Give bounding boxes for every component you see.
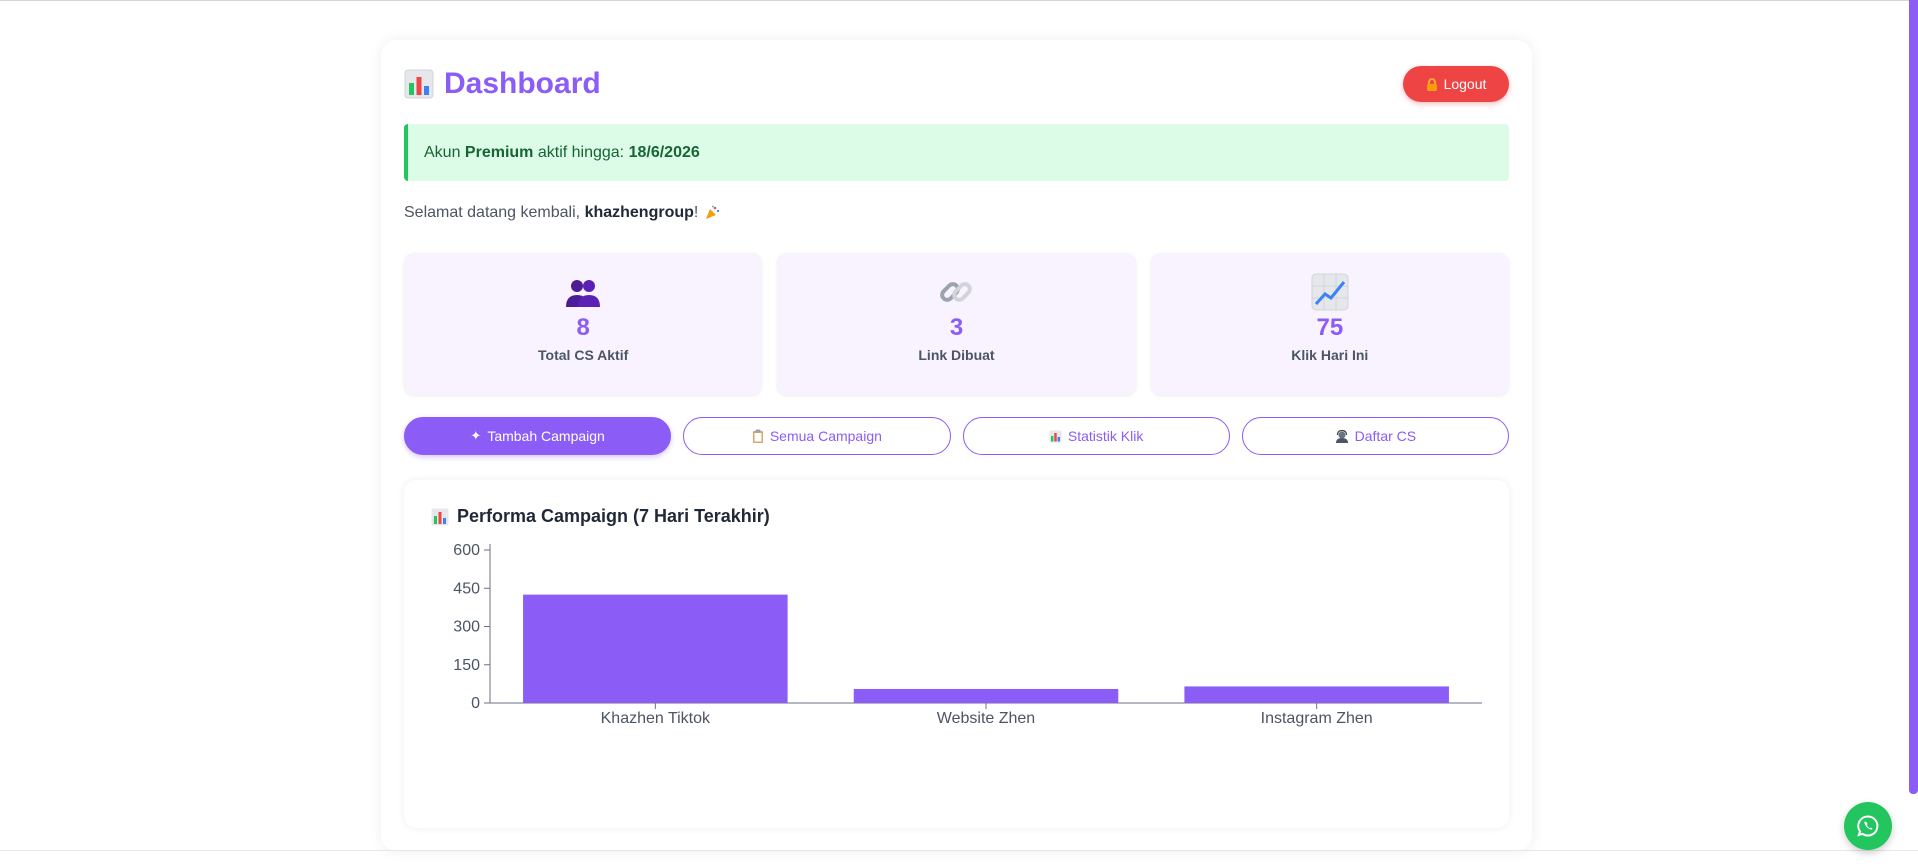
tab-label: Statistik Klik <box>1067 428 1144 444</box>
page-title: Dashboard <box>404 64 601 104</box>
stat-card-cs: 8 Total CS Aktif <box>404 253 763 395</box>
whatsapp-icon <box>1857 815 1879 837</box>
y-tick-label: 0 <box>471 695 480 712</box>
alert-middle: aktif hingga: <box>537 143 625 161</box>
tab-statistik-klik[interactable]: Statistik Klik <box>962 417 1230 455</box>
link-icon <box>940 282 973 302</box>
stat-label: Link Dibuat <box>918 347 995 363</box>
alert-prefix: Akun <box>424 143 461 161</box>
logout-button[interactable]: Logout <box>1403 66 1509 102</box>
y-tick-label: 600 <box>453 542 480 559</box>
stat-value: 75 <box>1316 314 1344 341</box>
premium-alert: Akun Premium aktif hingga: 18/6/2026 <box>404 124 1509 181</box>
stat-card-clicks: 75 Klik Hari Ini <box>1150 253 1509 395</box>
bar <box>853 688 1119 703</box>
tab-label: Tambah Campaign <box>487 428 605 444</box>
x-tick-label: Khazhen Tiktok <box>601 710 711 727</box>
x-tick-label: Instagram Zhen <box>1261 710 1373 727</box>
party-popper-icon <box>706 205 720 219</box>
stats-row: 8 Total CS Aktif 3 Link Dibuat 75 Klik H… <box>404 253 1509 395</box>
tab-label: Semua Campaign <box>769 428 882 444</box>
top-border <box>0 0 1918 1</box>
tab-tambah-campaign[interactable]: ✦ Tambah Campaign <box>404 417 672 455</box>
welcome-prefix: Selamat datang kembali, <box>404 204 581 221</box>
y-tick-label: 450 <box>453 580 480 597</box>
welcome-username: khazhengroup <box>584 204 694 221</box>
bar-chart-icon <box>1049 430 1062 442</box>
bottom-border <box>0 850 1918 851</box>
logout-label: Logout <box>1443 76 1487 92</box>
tab-semua-campaign[interactable]: Semua Campaign <box>683 417 951 455</box>
tab-label: Daftar CS <box>1354 428 1417 444</box>
chart-increasing-icon <box>1311 273 1349 311</box>
action-tabs: ✦ Tambah Campaign Semua Campaign Statist… <box>404 417 1509 455</box>
tab-daftar-cs[interactable]: Daftar CS <box>1241 417 1509 455</box>
bar-chart-emoji-icon <box>404 69 434 99</box>
chart-card: Performa Campaign (7 Hari Terakhir) 0 150… <box>404 480 1509 828</box>
stat-card-links: 3 Link Dibuat <box>777 253 1136 395</box>
y-tick-label: 150 <box>453 657 480 674</box>
alert-plan: Premium <box>464 143 534 161</box>
y-tick-label: 300 <box>453 619 480 636</box>
stat-value: 8 <box>576 314 590 341</box>
alert-expiry: 18/6/2026 <box>628 143 700 161</box>
users-icon <box>566 280 601 307</box>
stat-label: Klik Hari Ini <box>1291 347 1369 363</box>
lock-icon <box>1426 77 1437 91</box>
bar <box>523 594 788 703</box>
welcome-message: Selamat datang kembali, khazhengroup! <box>404 204 720 222</box>
x-tick-label: Website Zhen <box>937 710 1035 727</box>
clipboard-icon <box>752 429 763 443</box>
welcome-suffix: ! <box>693 204 699 221</box>
scrollbar[interactable] <box>1909 0 1918 794</box>
support-icon <box>1335 429 1348 443</box>
bar-chart: 0 150 300 450 600 Khazhen Tiktok Website Zhen I… <box>453 542 1482 727</box>
page-title-text: Dashboard <box>444 67 601 100</box>
stat-label: Total CS Aktif <box>538 347 629 363</box>
sparkle-icon: ✦ <box>470 428 482 443</box>
dashboard-card: Dashboard Logout Akun Premium aktif hing… <box>381 40 1532 851</box>
stat-value: 3 <box>949 314 964 341</box>
bar <box>1184 686 1449 703</box>
whatsapp-button[interactable] <box>1844 802 1892 850</box>
header: Dashboard Logout <box>404 64 1509 104</box>
